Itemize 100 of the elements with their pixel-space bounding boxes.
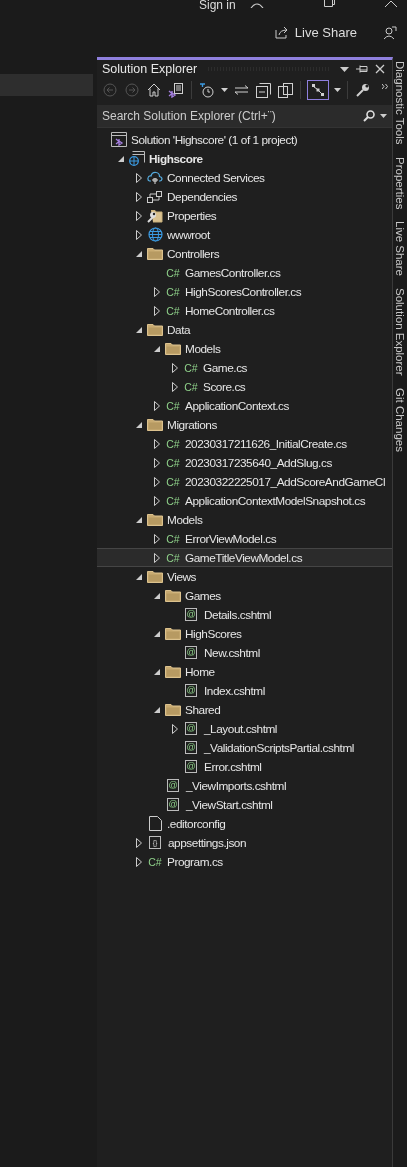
feedback-icon[interactable]: [383, 25, 397, 40]
live-share-button[interactable]: Live Share: [270, 23, 361, 42]
expand-arrow-icon[interactable]: [151, 305, 163, 316]
tree-item[interactable]: Index.cshtml: [204, 683, 265, 698]
folder-icon: [165, 342, 181, 355]
razor-file-icon: @: [185, 646, 197, 659]
tree-item[interactable]: _ValidationScriptsPartial.cshtml: [204, 740, 354, 755]
tree-item[interactable]: Shared: [185, 702, 221, 717]
expand-arrow-icon[interactable]: [133, 229, 145, 240]
expand-arrow-icon[interactable]: [169, 381, 181, 392]
folder-icon: [147, 247, 163, 260]
show-all-files-icon[interactable]: [276, 80, 294, 100]
collapse-all-icon[interactable]: [254, 80, 272, 100]
tree-item[interactable]: Program.cs: [167, 854, 223, 869]
tree-item[interactable]: Migrations: [167, 417, 217, 432]
tree-item[interactable]: Data: [167, 322, 191, 337]
search-icon[interactable]: [363, 110, 375, 122]
tree-item[interactable]: GameTitleViewModel.cs: [185, 550, 303, 565]
razor-file-icon: @: [185, 608, 197, 621]
search-field[interactable]: Search Solution Explorer (Ctrl+¨): [102, 109, 358, 123]
tree-item[interactable]: _ViewStart.cshtml: [186, 797, 273, 812]
tree-item[interactable]: ApplicationContextModelSnapshot.cs: [185, 493, 366, 508]
sign-in-link[interactable]: Sign in: [199, 0, 236, 10]
tree-item[interactable]: Score.cs: [203, 379, 246, 394]
expand-arrow-icon[interactable]: [133, 856, 145, 867]
tree-item[interactable]: Controllers: [167, 246, 220, 261]
close-icon[interactable]: [385, 0, 397, 7]
tree-item[interactable]: Games: [185, 588, 221, 603]
tree-item[interactable]: _ViewImports.cshtml: [186, 778, 287, 793]
caret-icon[interactable]: [340, 66, 349, 72]
folder-icon: [165, 627, 181, 640]
restore-icon[interactable]: [324, 0, 335, 7]
web-project-icon: [129, 151, 145, 166]
expand-arrow-icon[interactable]: [151, 495, 163, 506]
expand-arrow-icon[interactable]: [151, 286, 163, 297]
tree-item[interactable]: Models: [185, 341, 221, 356]
tree-item[interactable]: Views: [167, 569, 196, 584]
tree-item[interactable]: Properties: [167, 208, 217, 223]
csharp-icon: C#: [165, 266, 181, 279]
tree-item[interactable]: Models: [167, 512, 203, 527]
csharp-icon: C#: [165, 456, 181, 469]
tree-item[interactable]: Home: [185, 664, 215, 679]
expand-arrow-icon[interactable]: [133, 837, 145, 848]
tree-item[interactable]: wwwroot: [167, 227, 210, 242]
side-tab[interactable]: Git Changes: [393, 387, 407, 452]
csharp-icon: C#: [147, 855, 163, 868]
csharp-icon: C#: [165, 494, 181, 507]
expand-arrow-icon[interactable]: [151, 533, 163, 544]
tree-item[interactable]: ErrorViewModel.cs: [185, 531, 277, 546]
csharp-icon: C#: [183, 380, 199, 393]
tree-item[interactable]: Game.cs: [203, 360, 248, 375]
expand-arrow-icon[interactable]: [151, 476, 163, 487]
solution-icon: [111, 132, 127, 147]
tree-item[interactable]: appsettings.json: [168, 835, 247, 850]
expand-arrow-icon[interactable]: [151, 438, 163, 449]
csharp-icon: C#: [183, 361, 199, 374]
tree-item[interactable]: 20230322225017_AddScoreAndGameCl: [185, 474, 386, 489]
side-tab[interactable]: Solution Explorer: [393, 287, 407, 376]
tree-item[interactable]: Solution 'Highscore' (1 of 1 project): [131, 132, 298, 147]
expand-arrow-icon[interactable]: [133, 210, 145, 221]
side-tab[interactable]: Live Share: [393, 220, 407, 276]
razor-file-icon: @: [185, 722, 197, 735]
expand-arrow-icon[interactable]: [151, 457, 163, 468]
side-tab[interactable]: Diagnostic Tools: [393, 61, 407, 145]
close-icon[interactable]: [375, 64, 385, 74]
tree-item[interactable]: New.cshtml: [204, 645, 260, 660]
tree-item[interactable]: _Layout.cshtml: [204, 721, 278, 736]
folder-icon: [147, 513, 163, 526]
tree-item[interactable]: Details.cshtml: [204, 607, 272, 622]
tree-item[interactable]: ApplicationContext.cs: [185, 398, 289, 413]
expand-arrow-icon[interactable]: [151, 400, 163, 411]
expand-arrow-icon[interactable]: [133, 172, 145, 183]
caret-icon[interactable]: [380, 114, 387, 118]
search-box[interactable]: Search Solution Explorer (Ctrl+¨): [97, 105, 392, 128]
csharp-icon: C#: [165, 475, 181, 488]
tree-item[interactable]: Connected Services: [167, 170, 265, 185]
pin-icon[interactable]: [356, 65, 368, 73]
folder-icon: [165, 703, 181, 716]
tree-item[interactable]: HomeController.cs: [185, 303, 275, 318]
expand-arrow-icon[interactable]: [151, 552, 163, 563]
tree-item[interactable]: 20230317235640_AddSlug.cs: [185, 455, 332, 470]
tree-item[interactable]: HighScores: [185, 626, 242, 641]
side-tab[interactable]: Properties: [393, 156, 407, 209]
switch-views-icon[interactable]: [167, 80, 185, 100]
folder-icon: [147, 323, 163, 336]
tree-item[interactable]: GamesController.cs: [185, 265, 281, 280]
selected-row[interactable]: C# GameTitleViewModel.cs: [97, 548, 392, 567]
tree-item[interactable]: .editorconfig: [167, 816, 226, 831]
tree-item[interactable]: Dependencies: [167, 189, 238, 204]
tree-item[interactable]: Error.cshtml: [204, 759, 262, 774]
expand-arrow-icon[interactable]: [169, 362, 181, 373]
tree-item[interactable]: HighScoresController.cs: [185, 284, 302, 299]
tree-item[interactable]: Highscore: [149, 151, 203, 166]
history-icon[interactable]: [198, 80, 216, 100]
expand-arrow-icon[interactable]: [169, 723, 181, 734]
share-icon: [274, 26, 289, 39]
expand-arrow-icon[interactable]: [133, 191, 145, 202]
hierarchy-icon[interactable]: [307, 80, 329, 100]
tree-item[interactable]: 20230317211626_InitialCreate.cs: [185, 436, 347, 451]
dependencies-icon: [147, 190, 163, 203]
